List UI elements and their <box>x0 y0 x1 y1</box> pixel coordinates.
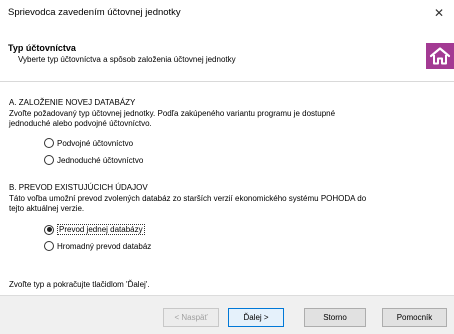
radio-jednoduche[interactable]: Jednoduché účtovníctvo <box>44 155 143 165</box>
radio-button[interactable] <box>44 138 54 148</box>
radio-label: Jednoduché účtovníctvo <box>57 155 144 165</box>
help-button[interactable]: Pomocník <box>382 308 447 327</box>
section-b-description: Táto voľba umožní prevod zvolených datab… <box>9 194 449 214</box>
close-button[interactable]: ✕ <box>424 0 454 26</box>
section-a-title: A. ZALOŽENIE NOVEJ DATABÁZY <box>9 98 136 107</box>
radio-hromadny[interactable]: Hromadný prevod databáz <box>44 241 151 251</box>
radio-label: Prevod jednej databázy <box>57 224 145 235</box>
section-a-description: Zvoľte požadovaný typ účtovnej jednotky.… <box>9 109 449 129</box>
radio-button-selected[interactable] <box>44 224 54 235</box>
section-b-desc-line1: Táto voľba umožní prevod zvolených datab… <box>9 194 367 203</box>
radio-button[interactable] <box>44 155 54 165</box>
hint-text: Zvoľte typ a pokračujte tlačidlom 'Ďalej… <box>9 280 150 289</box>
section-a-desc-line2: jednoduché alebo podvojné účtovníctvo. <box>9 119 152 128</box>
back-button[interactable]: < Naspäť <box>163 308 219 327</box>
wizard-body: A. ZALOŽENIE NOVEJ DATABÁZY Zvoľte požad… <box>0 83 454 295</box>
radio-button[interactable] <box>44 241 54 251</box>
radio-podvojne[interactable]: Podvojné účtovníctvo <box>44 138 133 148</box>
next-button[interactable]: Ďalej > <box>228 308 284 327</box>
step-title: Typ účtovníctva <box>8 43 76 53</box>
button-bar: < Naspäť Ďalej > Storno Pomocník <box>0 295 454 334</box>
wizard-header: Typ účtovníctva Vyberte typ účtovníctva … <box>0 26 454 82</box>
section-b-title: B. PREVOD EXISTUJÚCICH ÚDAJOV <box>9 183 148 192</box>
section-b-desc-line2: tejto aktuálnej verzie. <box>9 204 85 213</box>
title-bar: Sprievodca zavedením účtovnej jednotky ✕ <box>0 0 454 26</box>
home-icon <box>426 43 454 69</box>
radio-prevod-jednej[interactable]: Prevod jednej databázy <box>44 224 145 235</box>
close-icon: ✕ <box>433 6 445 20</box>
cancel-button[interactable]: Storno <box>304 308 366 327</box>
radio-label: Podvojné účtovníctvo <box>57 138 134 148</box>
window-title: Sprievodca zavedením účtovnej jednotky <box>8 7 181 18</box>
section-a-desc-line1: Zvoľte požadovaný typ účtovnej jednotky.… <box>9 109 336 118</box>
radio-label: Hromadný prevod databáz <box>57 241 152 251</box>
step-subtitle: Vyberte typ účtovníctva a spôsob založen… <box>18 55 236 64</box>
